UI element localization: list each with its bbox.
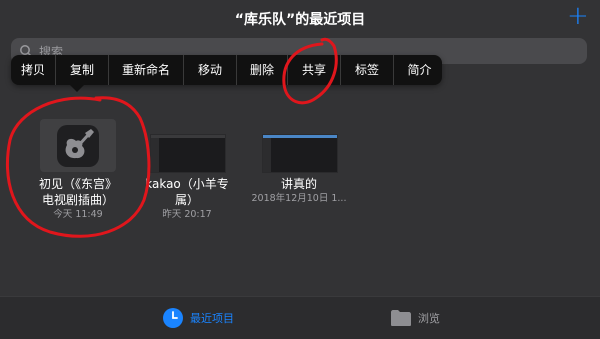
file-item[interactable]: 初见（《东宫》 电视剧插曲） 今天 11:49 (20, 176, 136, 221)
menu-item-share[interactable]: 共享 (288, 55, 341, 85)
file-name: 电视剧插曲） (41, 193, 114, 207)
file-name: 初见（《东宫》 (38, 177, 117, 191)
folder-icon (391, 310, 411, 326)
menu-item-rename[interactable]: 重新命名 (109, 55, 184, 85)
menu-item-copy[interactable]: 拷贝 (11, 55, 56, 85)
clock-icon (163, 308, 183, 328)
tab-recent-label: 最近项目 (190, 312, 234, 325)
file-name: 属） (174, 193, 199, 207)
file-name: kakao（小羊专 (145, 177, 229, 191)
file-name: 讲真的 (280, 177, 317, 191)
file-thumbnail-video[interactable] (150, 134, 226, 173)
nav-header: “库乐队”的最近项目 + (0, 0, 600, 36)
menu-item-info[interactable]: 简介 (394, 55, 445, 85)
context-menu: 拷贝 复制 重新命名 移动 删除 共享 标签 简介 (11, 55, 442, 85)
menu-pointer (70, 85, 84, 92)
tab-browse-label: 浏览 (418, 312, 440, 325)
menu-item-duplicate[interactable]: 复制 (56, 55, 109, 85)
menu-item-delete[interactable]: 删除 (237, 55, 288, 85)
tab-recent[interactable]: 最近项目 (162, 307, 234, 329)
file-thumbnail-video[interactable] (262, 134, 338, 173)
menu-item-tags[interactable]: 标签 (341, 55, 394, 85)
file-item[interactable]: kakao（小羊专 属） 昨天 20:17 (133, 176, 241, 221)
menu-item-move[interactable]: 移动 (184, 55, 237, 85)
garageband-icon (57, 125, 99, 167)
file-date: 昨天 20:17 (162, 209, 212, 220)
file-thumbnail-garageband[interactable] (40, 119, 116, 172)
file-date: 2018年12月10日 1... (251, 193, 347, 204)
add-button[interactable]: + (567, 3, 589, 29)
tab-browse[interactable]: 浏览 (390, 307, 440, 329)
file-item[interactable]: 讲真的 2018年12月10日 1... (243, 176, 355, 205)
page-title: “库乐队”的最近项目 (234, 12, 366, 28)
tab-bar: 最近项目 浏览 (0, 296, 600, 339)
file-date: 今天 11:49 (53, 209, 103, 220)
